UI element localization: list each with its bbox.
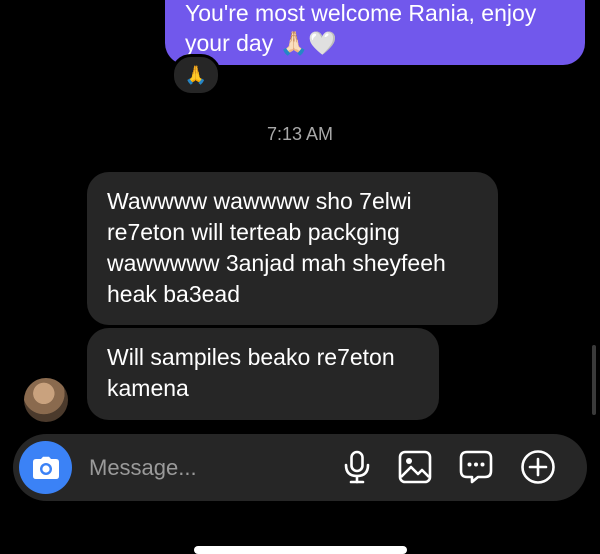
- message-line: Wawwww wawwww sho 7elwi: [107, 188, 412, 214]
- message-line: your day 🙏🏻🤍: [185, 30, 337, 56]
- plus-icon: [521, 450, 555, 484]
- camera-icon: [32, 456, 59, 479]
- message-input[interactable]: [87, 452, 331, 484]
- add-button[interactable]: [520, 449, 556, 485]
- incoming-message-bubble[interactable]: Will sampiles beako re7eton kamena: [87, 328, 439, 420]
- microphone-button[interactable]: [339, 449, 375, 485]
- outgoing-message-bubble[interactable]: You're most welcome Rania, enjoy your da…: [165, 0, 585, 65]
- message-timestamp: 7:13 AM: [266, 124, 334, 144]
- incoming-message-bubble[interactable]: Wawwww wawwww sho 7elwi re7eton will ter…: [87, 172, 498, 325]
- chat-thread: You're most welcome Rania, enjoy your da…: [0, 0, 600, 554]
- sticker-button[interactable]: [458, 449, 494, 485]
- message-composer: [13, 434, 587, 501]
- gallery-icon: [398, 450, 432, 484]
- reaction-emoji: 🙏: [184, 64, 208, 85]
- gallery-button[interactable]: [397, 449, 433, 485]
- home-indicator[interactable]: [194, 546, 407, 554]
- message-line: wawwwww 3anjad mah sheyfeeh: [107, 250, 446, 276]
- message-line: kamena: [107, 375, 189, 401]
- message-line: re7eton will terteab packging: [107, 219, 400, 245]
- sticker-icon: [459, 450, 493, 484]
- camera-button[interactable]: [19, 441, 72, 494]
- scrollbar[interactable]: [592, 345, 596, 415]
- message-line: You're most welcome Rania, enjoy: [185, 0, 537, 26]
- message-line: heak ba3ead: [107, 281, 241, 307]
- microphone-icon: [344, 450, 370, 484]
- sender-avatar[interactable]: [24, 378, 68, 422]
- message-line: Will sampiles beako re7eton: [107, 344, 395, 370]
- reaction-badge[interactable]: 🙏: [171, 54, 221, 96]
